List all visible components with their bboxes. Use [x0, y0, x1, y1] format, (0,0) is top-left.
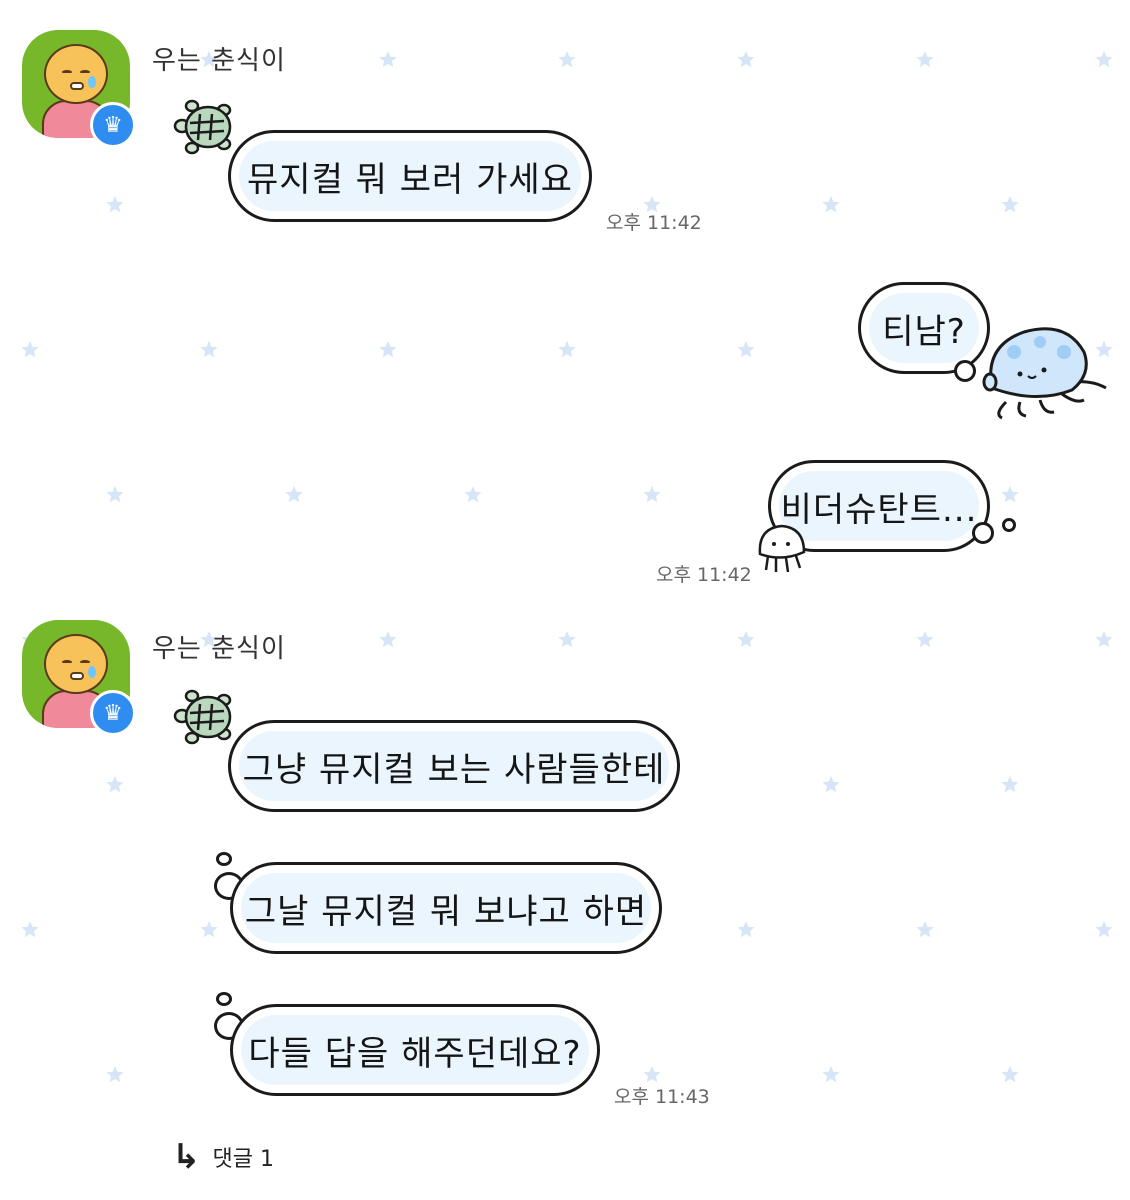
star-decoration: [106, 776, 124, 793]
crown-badge-icon: ♛: [90, 690, 136, 736]
bubble-puff: [972, 522, 994, 544]
star-decoration: [916, 921, 934, 938]
star-decoration: [106, 196, 124, 213]
star-decoration: [200, 341, 218, 358]
message-time: 오후 11:42: [656, 564, 752, 586]
star-decoration: [379, 341, 397, 358]
star-decoration: [285, 486, 303, 503]
star-decoration: [21, 921, 39, 938]
star-decoration: [1095, 921, 1113, 938]
star-decoration: [379, 631, 397, 648]
star-decoration: [558, 631, 576, 648]
small-jellyfish-sticker-icon: [758, 524, 806, 573]
sender-name: 우는 춘식이: [152, 46, 286, 76]
avatar-face: [44, 44, 108, 104]
star-decoration: [464, 486, 482, 503]
star-decoration: [822, 196, 840, 213]
star-decoration: [822, 776, 840, 793]
crown-badge-icon: ♛: [90, 102, 136, 148]
message-bubble[interactable]: 다들 답을 해주던데요?: [230, 1004, 600, 1096]
jellyfish-sticker-icon: [982, 327, 1107, 420]
star-decoration: [558, 51, 576, 68]
turtle-sticker-icon: [173, 689, 232, 745]
chat-screen: ♛ 우는 춘식이 뮤지컬 뭐 보러 가세요 오후 11:42 티남? 비더슈탄트…: [0, 0, 1130, 1200]
star-decoration: [1095, 51, 1113, 68]
star-decoration: [737, 631, 755, 648]
message-bubble[interactable]: 뮤지컬 뭐 보러 가세요: [228, 130, 592, 222]
star-decoration: [916, 51, 934, 68]
star-decoration: [379, 51, 397, 68]
message-time: 오후 11:43: [614, 1086, 710, 1108]
bubble-puff: [1002, 518, 1016, 532]
star-decoration: [643, 486, 661, 503]
star-decoration: [558, 341, 576, 358]
message-bubble[interactable]: 티남?: [858, 282, 990, 374]
bubble-puff: [216, 992, 232, 1006]
reply-arrow-icon: ↳: [172, 1137, 201, 1177]
bubble-puff: [954, 360, 976, 382]
star-decoration: [916, 631, 934, 648]
star-decoration: [737, 51, 755, 68]
star-decoration: [737, 341, 755, 358]
message-time: 오후 11:42: [606, 212, 702, 234]
turtle-sticker-icon: [173, 99, 232, 155]
star-decoration: [643, 1066, 661, 1083]
star-decoration: [1001, 1066, 1019, 1083]
star-decoration: [737, 921, 755, 938]
star-decoration: [106, 1066, 124, 1083]
star-decoration: [106, 486, 124, 503]
star-decoration: [200, 921, 218, 938]
star-decoration: [1095, 631, 1113, 648]
star-decoration: [822, 1066, 840, 1083]
avatar-face: [44, 634, 108, 694]
star-decoration: [1001, 196, 1019, 213]
star-decoration: [1001, 486, 1019, 503]
message-bubble[interactable]: 그날 뮤지컬 뭐 보냐고 하면: [230, 862, 662, 954]
star-decoration: [1001, 776, 1019, 793]
reply-count-label: 댓글 1: [212, 1147, 274, 1172]
message-bubble[interactable]: 그냥 뮤지컬 보는 사람들한테: [228, 720, 680, 812]
sender-name: 우는 춘식이: [152, 634, 286, 664]
star-decoration: [21, 341, 39, 358]
bubble-puff: [216, 852, 232, 866]
reply-link[interactable]: ↳ 댓글 1: [172, 1140, 274, 1174]
